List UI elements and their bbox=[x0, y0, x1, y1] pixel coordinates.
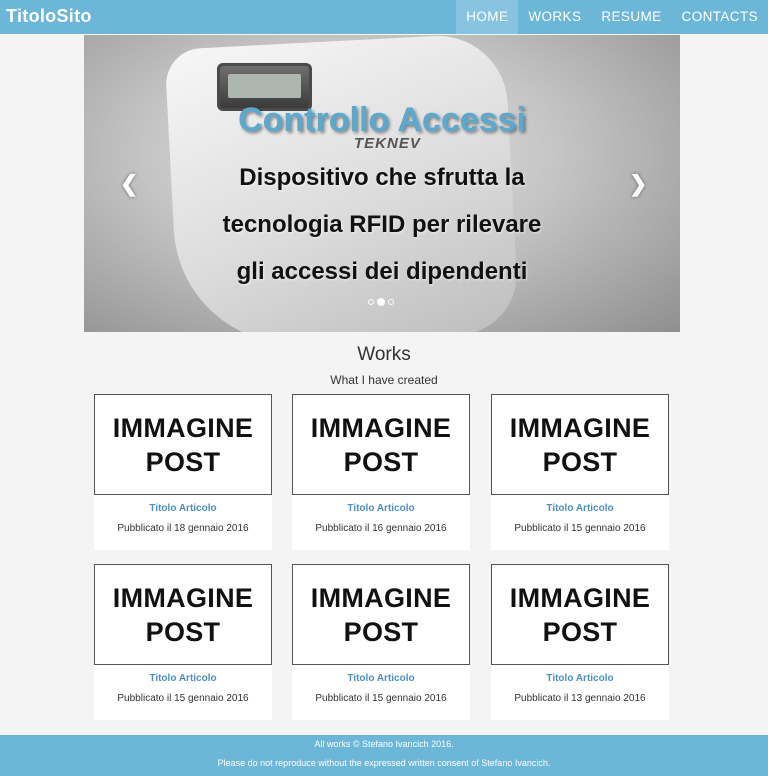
work-card[interactable]: IMMAGINE POST Titolo Articolo Pubblicato… bbox=[491, 564, 669, 720]
caption-line: gli accessi dei dipendenti bbox=[236, 258, 528, 285]
post-title-link[interactable]: Titolo Articolo bbox=[491, 673, 669, 684]
image-placeholder-text: IMMAGINE bbox=[509, 582, 651, 613]
site-brand[interactable]: TitoloSito bbox=[6, 6, 92, 27]
nav-item-contacts[interactable]: CONTACTS bbox=[672, 0, 768, 34]
work-card[interactable]: IMMAGINE POST Titolo Articolo Pubblicato… bbox=[94, 394, 272, 550]
nav-item-works[interactable]: WORKS bbox=[518, 0, 591, 34]
nav-menu: HOME WORKS RESUME CONTACTS bbox=[456, 0, 768, 34]
image-placeholder-text: IMMAGINE bbox=[310, 412, 452, 443]
post-image-placeholder[interactable]: IMMAGINE POST bbox=[292, 564, 470, 665]
nav-item-resume[interactable]: RESUME bbox=[591, 0, 671, 34]
post-date: Pubblicato il 15 gennaio 2016 bbox=[315, 693, 447, 704]
post-date: Pubblicato il 15 gennaio 2016 bbox=[514, 523, 646, 534]
image-placeholder-text: IMMAGINE bbox=[112, 582, 254, 613]
caption-line: tecnologia RFID per rilevare bbox=[222, 211, 542, 238]
work-card[interactable]: IMMAGINE POST Titolo Articolo Pubblicato… bbox=[292, 564, 470, 720]
post-title-link[interactable]: Titolo Articolo bbox=[94, 503, 272, 514]
caption-line: Dispositivo che sfrutta la bbox=[239, 164, 525, 191]
chevron-right-icon[interactable]: ❯ bbox=[629, 171, 647, 197]
footer-copyright: All works © Stefano Ivancich 2016. bbox=[314, 739, 454, 749]
carousel-caption: Dispositivo che sfrutta la tecnologia RF… bbox=[84, 154, 680, 295]
chevron-left-icon[interactable]: ❮ bbox=[120, 171, 138, 197]
works-heading: Works bbox=[357, 344, 411, 365]
image-placeholder-text: POST bbox=[343, 446, 419, 477]
image-placeholder-text: POST bbox=[542, 446, 618, 477]
post-title-link[interactable]: Titolo Articolo bbox=[292, 503, 470, 514]
post-image-placeholder[interactable]: IMMAGINE POST bbox=[94, 394, 272, 495]
image-placeholder-text: POST bbox=[145, 446, 221, 477]
post-date: Pubblicato il 16 gennaio 2016 bbox=[315, 523, 447, 534]
post-date: Pubblicato il 13 gennaio 2016 bbox=[514, 693, 646, 704]
works-subtitle: What I have created bbox=[330, 373, 438, 387]
work-card[interactable]: IMMAGINE POST Titolo Articolo Pubblicato… bbox=[292, 394, 470, 550]
work-card[interactable]: IMMAGINE POST Titolo Articolo Pubblicato… bbox=[94, 564, 272, 720]
post-image-placeholder[interactable]: IMMAGINE POST bbox=[491, 564, 669, 665]
image-placeholder-text: IMMAGINE bbox=[310, 582, 452, 613]
image-placeholder-text: IMMAGINE bbox=[112, 412, 254, 443]
nav-item-home[interactable]: HOME bbox=[456, 0, 519, 34]
carousel-indicator-2[interactable] bbox=[377, 298, 385, 306]
work-card[interactable]: IMMAGINE POST Titolo Articolo Pubblicato… bbox=[491, 394, 669, 550]
footer: All works © Stefano Ivancich 2016. Pleas… bbox=[0, 735, 768, 776]
post-title-link[interactable]: Titolo Articolo bbox=[292, 673, 470, 684]
post-date: Pubblicato il 18 gennaio 2016 bbox=[117, 523, 249, 534]
carousel-title: Controllo Accessi bbox=[238, 101, 526, 139]
carousel-indicator-1[interactable] bbox=[368, 299, 374, 305]
navbar: TitoloSito HOME WORKS RESUME CONTACTS bbox=[0, 0, 768, 34]
carousel-indicator-3[interactable] bbox=[388, 299, 394, 305]
post-date: Pubblicato il 15 gennaio 2016 bbox=[117, 693, 249, 704]
carousel-indicators bbox=[368, 298, 394, 306]
image-placeholder-text: POST bbox=[343, 616, 419, 647]
footer-notice: Please do not reproduce without the expr… bbox=[217, 758, 551, 768]
image-placeholder-text: IMMAGINE bbox=[509, 412, 651, 443]
image-placeholder-text: POST bbox=[145, 616, 221, 647]
post-image-placeholder[interactable]: IMMAGINE POST bbox=[94, 564, 272, 665]
image-placeholder-text: POST bbox=[542, 616, 618, 647]
post-image-placeholder[interactable]: IMMAGINE POST bbox=[491, 394, 669, 495]
post-image-placeholder[interactable]: IMMAGINE POST bbox=[292, 394, 470, 495]
post-title-link[interactable]: Titolo Articolo bbox=[94, 673, 272, 684]
carousel: TEKNEV Controllo Accessi Dispositivo che… bbox=[84, 35, 680, 332]
post-title-link[interactable]: Titolo Articolo bbox=[491, 503, 669, 514]
